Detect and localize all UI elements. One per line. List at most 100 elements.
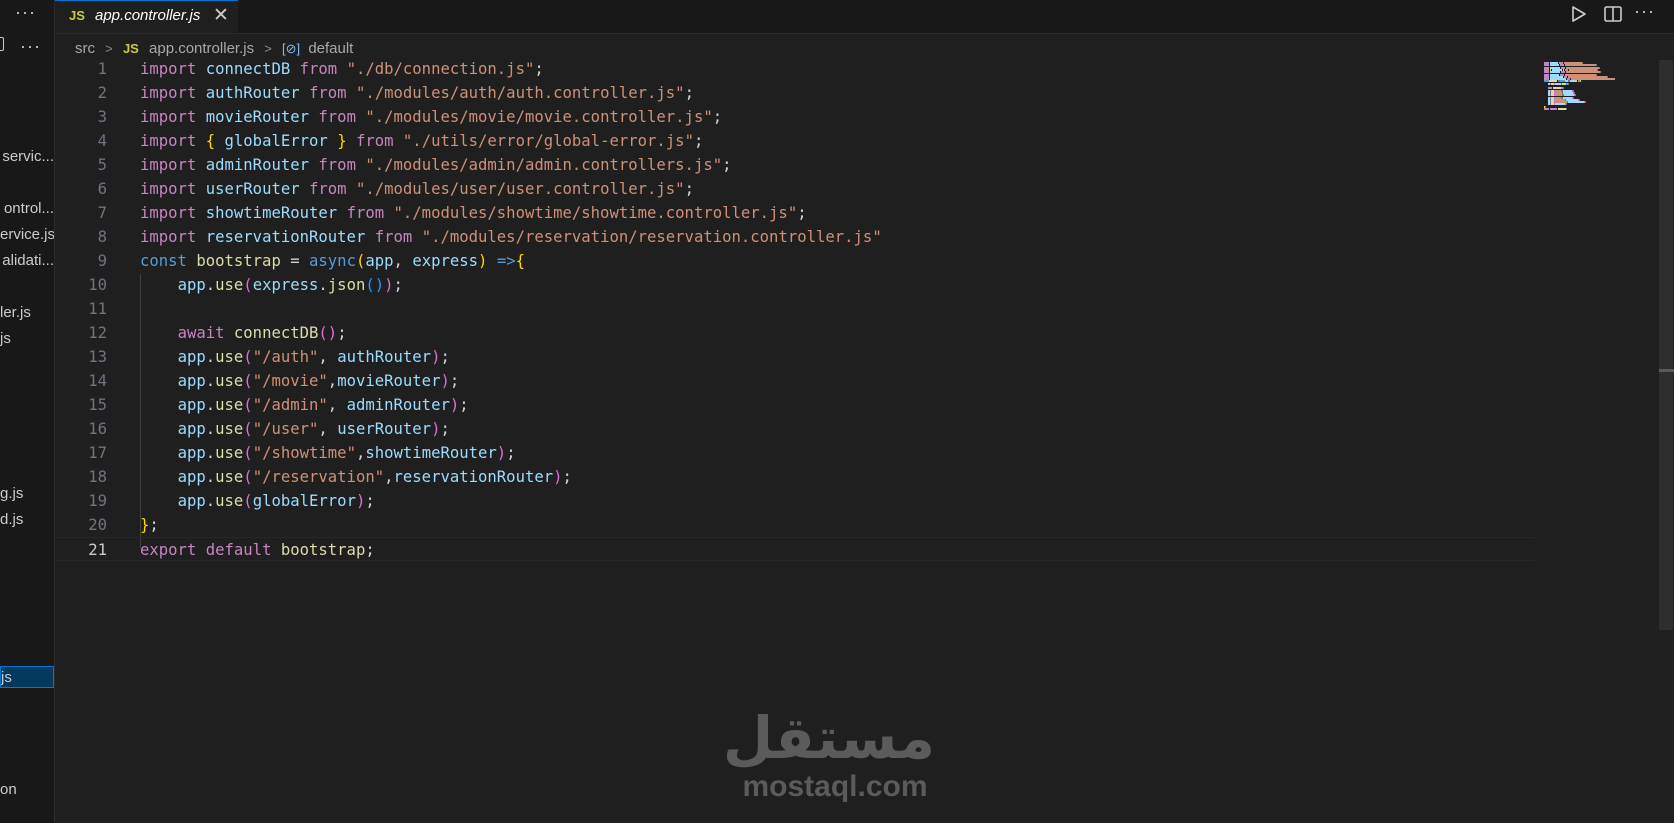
minimap-token — [1565, 108, 1567, 110]
file-tree-item-selected[interactable]: js — [0, 666, 54, 688]
code-line[interactable]: 21 export default bootstrap; — [55, 537, 1535, 561]
play-icon[interactable] — [1570, 3, 1588, 30]
minimap[interactable] — [1544, 62, 1634, 112]
line-number: 5 — [97, 156, 107, 174]
code-line[interactable]: 15 app.use("/admin", adminRouter); — [55, 393, 1535, 417]
code-line[interactable]: 5 import adminRouter from "./modules/admi… — [55, 153, 1535, 177]
chevron-right-icon: > — [105, 41, 113, 57]
ellipsis-icon[interactable]: ··· — [20, 37, 41, 55]
minimap-token — [1557, 108, 1566, 110]
line-number: 14 — [88, 372, 107, 390]
editor-tab-bar: JS app.controller.js ✕ ··· — [55, 0, 1674, 34]
code-line[interactable]: 4 import { globalError } from "./utils/er… — [55, 129, 1535, 153]
breadcrumb-symbol[interactable]: default — [308, 40, 353, 57]
line-number: 9 — [97, 252, 107, 270]
line-number: 21 — [88, 541, 107, 559]
file-tree-item[interactable]: on — [0, 779, 54, 801]
split-editor-icon[interactable] — [1603, 3, 1623, 30]
line-number: 4 — [97, 132, 107, 150]
code-line[interactable]: 7 import showtimeRouter from "./modules/s… — [55, 201, 1535, 225]
ellipsis-icon[interactable]: ··· — [1634, 1, 1655, 22]
line-number: 10 — [88, 276, 107, 294]
code-text: import movieRouter from "./modules/movie… — [140, 108, 723, 126]
code-line[interactable]: 6 import userRouter from "./modules/user/… — [55, 177, 1535, 201]
ellipsis-icon[interactable]: ··· — [15, 3, 36, 21]
code-line[interactable]: 2 import authRouter from "./modules/auth/… — [55, 81, 1535, 105]
minimap-token — [1550, 108, 1557, 110]
file-tree-item[interactable]: ontrol... — [0, 198, 54, 220]
line-number: 16 — [88, 420, 107, 438]
code-text: import { globalError } from "./utils/err… — [140, 132, 704, 150]
tab-app-controller[interactable]: JS app.controller.js ✕ — [55, 0, 238, 33]
code-text: app.use("/user", userRouter); — [177, 420, 450, 438]
code-line[interactable]: 13 app.use("/auth", authRouter); — [55, 345, 1535, 369]
minimap-token — [1544, 108, 1550, 110]
line-number: 20 — [88, 516, 107, 534]
minimap-token — [1599, 71, 1601, 74]
code-text: app.use(globalError); — [177, 492, 375, 510]
js-file-icon: JS — [69, 8, 85, 23]
close-icon[interactable]: ✕ — [213, 4, 229, 27]
code-text: await connectDB(); — [177, 324, 347, 342]
minimap-token — [1565, 103, 1567, 106]
code-line[interactable]: 11 — [55, 297, 1535, 321]
code-line[interactable]: 9 const bootstrap = async(app, express) =… — [55, 249, 1535, 273]
code-line[interactable]: 19 app.use(globalError); — [55, 489, 1535, 513]
file-tree-item[interactable]: alidati... — [0, 250, 54, 272]
code-line[interactable]: 17 app.use("/showtime",showtimeRouter); — [55, 441, 1535, 465]
code-line[interactable]: 12 await connectDB(); — [55, 321, 1535, 345]
line-number: 19 — [88, 492, 107, 510]
js-file-icon: JS — [122, 41, 139, 57]
code-line[interactable]: 18 app.use("/reservation",reservationRou… — [55, 465, 1535, 489]
chevron-right-icon: > — [264, 41, 272, 57]
line-number: 3 — [97, 108, 107, 126]
breadcrumb-folder[interactable]: src — [75, 40, 95, 57]
file-tree-item[interactable]: ervice.js — [0, 224, 54, 246]
code-text: app.use("/reservation",reservationRouter… — [177, 468, 572, 486]
line-number: 2 — [97, 84, 107, 102]
watermark-logo: مستقل mostaql.com — [723, 708, 935, 802]
code-line[interactable]: 10 app.use(express.json()); — [55, 273, 1535, 297]
line-number: 17 — [88, 444, 107, 462]
line-number: 15 — [88, 396, 107, 414]
minimap-token — [1568, 82, 1570, 85]
minimap-token — [1574, 94, 1576, 97]
code-text: import showtimeRouter from "./modules/sh… — [140, 204, 807, 222]
line-number: 12 — [88, 324, 107, 342]
scrollbar-cursor-marker — [1659, 369, 1674, 372]
minimap-token — [1598, 66, 1600, 69]
code-line[interactable]: 3 import movieRouter from "./modules/movi… — [55, 105, 1535, 129]
explorer-sidebar: ··· ··· servic... ontrol... ervice.js al… — [0, 0, 55, 823]
code-text: const bootstrap = async(app, express) =>… — [140, 252, 525, 270]
file-tree-item[interactable]: g.js — [0, 483, 54, 505]
file-tree-item[interactable]: d.js — [0, 509, 54, 531]
code-text: import authRouter from "./modules/auth/a… — [140, 84, 694, 102]
file-tree-item[interactable]: js — [0, 328, 54, 350]
code-text: }; — [140, 516, 159, 534]
code-line[interactable]: 16 app.use("/user", userRouter); — [55, 417, 1535, 441]
line-number: 1 — [97, 60, 107, 78]
minimap-token — [1554, 103, 1565, 106]
code-text: app.use(express.json()); — [177, 276, 403, 294]
breadcrumb-file[interactable]: app.controller.js — [149, 40, 254, 57]
code-text: import adminRouter from "./modules/admin… — [140, 156, 732, 174]
tab-title: app.controller.js — [95, 7, 201, 24]
code-text: import reservationRouter from "./modules… — [140, 228, 882, 246]
code-text: app.use("/movie",movieRouter); — [177, 372, 460, 390]
code-line[interactable]: 8 import reservationRouter from "./module… — [55, 225, 1535, 249]
scrollbar-thumb[interactable] — [1659, 60, 1673, 630]
line-number: 8 — [97, 228, 107, 246]
code-line[interactable]: 20}; — [55, 513, 1535, 537]
collapse-folders-icon[interactable] — [0, 37, 4, 51]
code-text: app.use("/showtime",showtimeRouter); — [177, 444, 516, 462]
line-number: 11 — [88, 300, 107, 318]
line-number: 13 — [88, 348, 107, 366]
code-text: import userRouter from "./modules/user/u… — [140, 180, 694, 198]
line-number: 18 — [88, 468, 107, 486]
code-text: import connectDB from "./db/connection.j… — [140, 60, 544, 78]
code-line[interactable]: 14 app.use("/movie",movieRouter); — [55, 369, 1535, 393]
file-tree-item[interactable]: ler.js — [0, 302, 54, 324]
code-line[interactable]: 1 import connectDB from "./db/connection.… — [55, 57, 1535, 81]
minimap-token — [1580, 80, 1581, 83]
file-tree-item[interactable]: servic... — [0, 146, 54, 168]
